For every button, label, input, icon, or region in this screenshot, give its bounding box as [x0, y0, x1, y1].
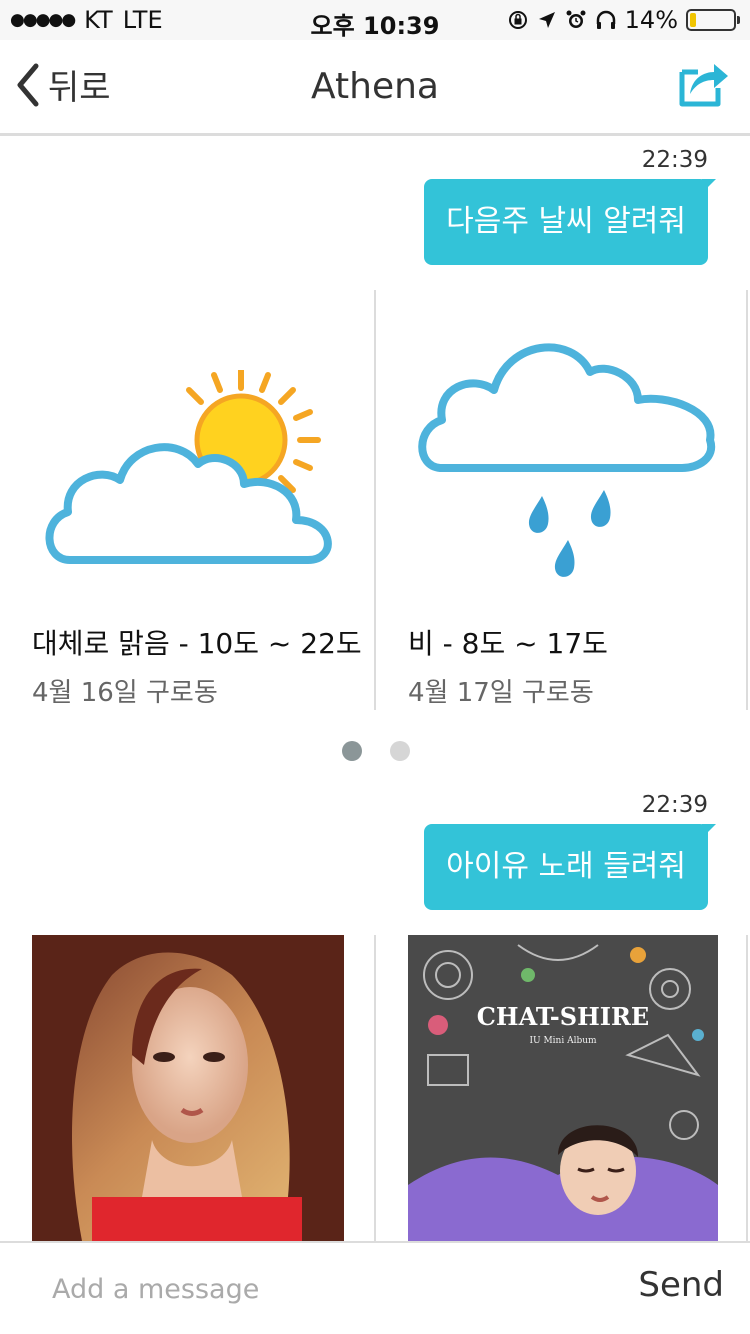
- weather-card[interactable]: 대체로 맑음 - 10도 ~ 22도 4월 16일 구로동: [0, 290, 375, 710]
- location-icon: [538, 12, 555, 28]
- album-cover[interactable]: CHAT-SHIRE IU Mini Album: [408, 935, 718, 1241]
- chat-screen: ●●●●● KT LTE 오후 10:39 14% 뒤로 Athena 22:3…: [0, 0, 750, 1334]
- alarm-icon: [566, 10, 586, 28]
- card-divider: [746, 935, 748, 1241]
- navigation-bar: 뒤로 Athena: [0, 40, 750, 136]
- status-bar: ●●●●● KT LTE 오후 10:39 14%: [0, 0, 750, 40]
- weather-title: 비 - 8도 ~ 17도: [408, 627, 608, 660]
- chat-area[interactable]: 22:39 다음주 날씨 알려줘 대체로 맑음 - 10도 ~ 22도 4월 1…: [0, 139, 750, 1241]
- user-message-bubble[interactable]: 다음주 날씨 알려줘: [424, 179, 716, 265]
- album-subtitle: IU Mini Album: [529, 1036, 597, 1046]
- battery-icon: [686, 9, 740, 31]
- send-button[interactable]: Send: [638, 1265, 724, 1305]
- rotation-lock-icon: [508, 11, 527, 29]
- message-timestamp: 22:39: [641, 147, 708, 173]
- weather-title: 대체로 맑음 - 10도 ~ 22도: [32, 627, 362, 660]
- battery-fill: [690, 13, 696, 27]
- card-divider: [374, 935, 376, 1241]
- user-message-bubble[interactable]: 아이유 노래 들려줘: [424, 824, 716, 910]
- battery-percent: 14%: [624, 6, 678, 34]
- weather-card[interactable]: 비 - 8도 ~ 17도 4월 17일 구로동: [376, 290, 750, 710]
- message-composer: Send: [0, 1241, 750, 1334]
- album-title: CHAT-SHIRE: [477, 1002, 649, 1031]
- card-divider: [746, 290, 748, 710]
- message-input[interactable]: [52, 1263, 572, 1315]
- artist-photo[interactable]: [32, 935, 344, 1241]
- share-icon[interactable]: [678, 58, 730, 108]
- pager-dot[interactable]: [390, 741, 410, 761]
- message-timestamp: 22:39: [641, 792, 708, 818]
- partly-cloudy-icon: [45, 370, 332, 564]
- headphones-icon: [596, 10, 615, 29]
- weather-subtitle: 4월 17일 구로동: [408, 678, 594, 708]
- album-cover-image: CHAT-SHIRE IU Mini Album: [408, 935, 718, 1241]
- rain-icon: [418, 343, 716, 577]
- weather-subtitle: 4월 16일 구로동: [32, 678, 218, 708]
- artist-photo-image: [32, 935, 344, 1241]
- pager-dot-active[interactable]: [342, 741, 362, 761]
- status-right: 14%: [507, 6, 740, 34]
- page-title: Athena: [311, 66, 439, 107]
